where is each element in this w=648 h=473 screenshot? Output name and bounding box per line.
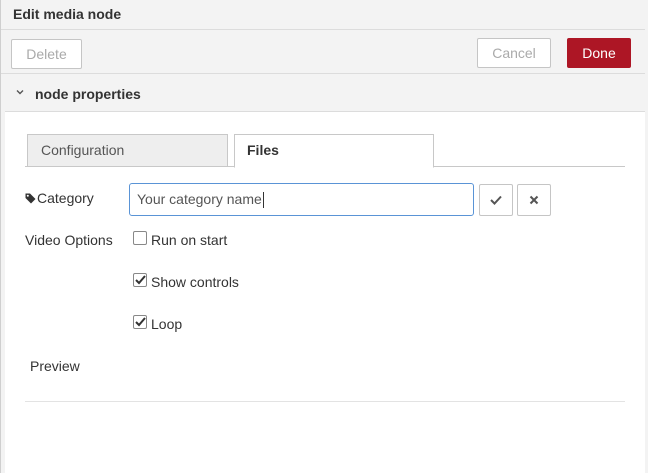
loop-label[interactable]: Loop xyxy=(151,316,182,332)
tab-configuration[interactable]: Configuration xyxy=(27,134,228,167)
category-input[interactable]: Your category name xyxy=(129,183,474,216)
show-controls-label[interactable]: Show controls xyxy=(151,274,239,290)
tray-button-bar: Delete Cancel Done xyxy=(1,30,645,74)
cancel-button[interactable]: Cancel xyxy=(477,38,551,68)
check-icon xyxy=(134,275,146,285)
tab-files[interactable]: Files xyxy=(234,134,434,168)
close-icon xyxy=(529,195,539,205)
confirm-category-button[interactable] xyxy=(479,184,513,216)
done-button[interactable]: Done xyxy=(567,38,631,68)
preview-divider xyxy=(25,401,625,402)
delete-button[interactable]: Delete xyxy=(11,39,82,69)
chevron-down-icon xyxy=(16,90,24,95)
tag-icon xyxy=(25,193,36,204)
node-properties-panel: Configuration Files Category Your catego… xyxy=(5,112,645,473)
clear-category-button[interactable] xyxy=(517,184,551,216)
loop-checkbox[interactable] xyxy=(133,315,147,329)
check-icon xyxy=(490,195,502,205)
node-properties-section-header[interactable]: node properties xyxy=(5,75,645,112)
run-on-start-checkbox[interactable] xyxy=(133,231,147,245)
text-caret xyxy=(262,192,264,209)
category-label: Category xyxy=(37,190,94,206)
section-title: node properties xyxy=(35,86,141,102)
check-icon xyxy=(134,317,146,327)
tray-title: Edit media node xyxy=(13,6,122,22)
show-controls-checkbox[interactable] xyxy=(133,273,147,287)
edit-tray: Edit media node Delete Cancel Done node … xyxy=(0,0,648,473)
preview-label: Preview xyxy=(30,358,80,374)
video-options-label: Video Options xyxy=(25,232,113,248)
category-input-value: Your category name xyxy=(137,191,262,207)
tray-header: Edit media node xyxy=(1,0,645,30)
run-on-start-label[interactable]: Run on start xyxy=(151,232,227,248)
